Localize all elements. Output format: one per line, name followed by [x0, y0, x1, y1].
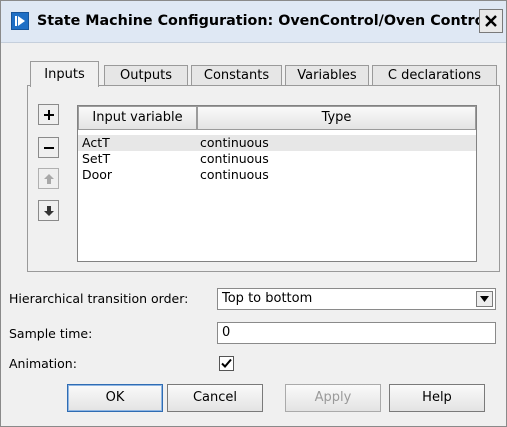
add-input-button[interactable] — [38, 104, 59, 125]
input-name-cell: Door — [82, 167, 113, 182]
title-bar[interactable]: State Machine Configuration: OvenControl… — [1, 1, 506, 43]
close-icon — [485, 15, 497, 27]
sample-time-label: Sample time: — [9, 326, 93, 341]
transition-order-label: Hierarchical transition order: — [9, 291, 189, 306]
input-type-cell: continuous — [200, 151, 269, 166]
input-type-cell: continuous — [200, 135, 269, 150]
chevron-down-icon — [480, 296, 489, 302]
animation-label: Animation: — [9, 356, 77, 371]
arrow-up-icon — [44, 174, 54, 184]
cancel-button[interactable]: Cancel — [167, 384, 263, 412]
ok-button[interactable]: OK — [67, 384, 163, 412]
dialog-window: State Machine Configuration: OvenControl… — [0, 0, 507, 427]
transition-order-value: Top to bottom — [222, 291, 313, 306]
apply-button[interactable]: Apply — [285, 384, 381, 412]
tab-inputs[interactable]: Inputs — [30, 61, 99, 87]
move-down-button[interactable] — [38, 200, 59, 221]
input-type-cell: continuous — [200, 167, 269, 182]
window-title: State Machine Configuration: OvenControl… — [37, 13, 490, 29]
input-name-cell: ActT — [82, 135, 110, 150]
tab-variables[interactable]: Variables — [285, 65, 369, 86]
checkmark-icon — [221, 358, 232, 368]
remove-input-button[interactable] — [38, 137, 59, 158]
table-row[interactable]: SetT continuous — [78, 151, 476, 167]
animation-checkbox[interactable] — [219, 356, 234, 371]
sample-time-input[interactable]: 0 — [217, 322, 496, 344]
minus-icon — [44, 147, 54, 149]
arrow-down-icon — [44, 206, 54, 216]
table-row[interactable]: ActT continuous — [78, 135, 476, 151]
plus-icon — [44, 110, 54, 120]
transition-order-select[interactable]: Top to bottom — [217, 288, 496, 310]
close-button[interactable] — [479, 9, 503, 33]
sample-time-value: 0 — [222, 325, 231, 340]
tab-constants[interactable]: Constants — [191, 65, 282, 86]
input-name-cell: SetT — [82, 151, 111, 166]
column-header-input-variable[interactable]: Input variable — [78, 106, 197, 130]
move-up-button[interactable] — [38, 168, 59, 189]
help-button[interactable]: Help — [389, 384, 485, 412]
tab-outputs[interactable]: Outputs — [104, 65, 188, 86]
dropdown-button[interactable] — [476, 291, 493, 307]
column-header-type[interactable]: Type — [197, 106, 476, 130]
app-icon — [11, 12, 29, 30]
tab-c-declarations[interactable]: C declarations — [372, 65, 497, 86]
table-row[interactable]: Door continuous — [78, 167, 476, 183]
